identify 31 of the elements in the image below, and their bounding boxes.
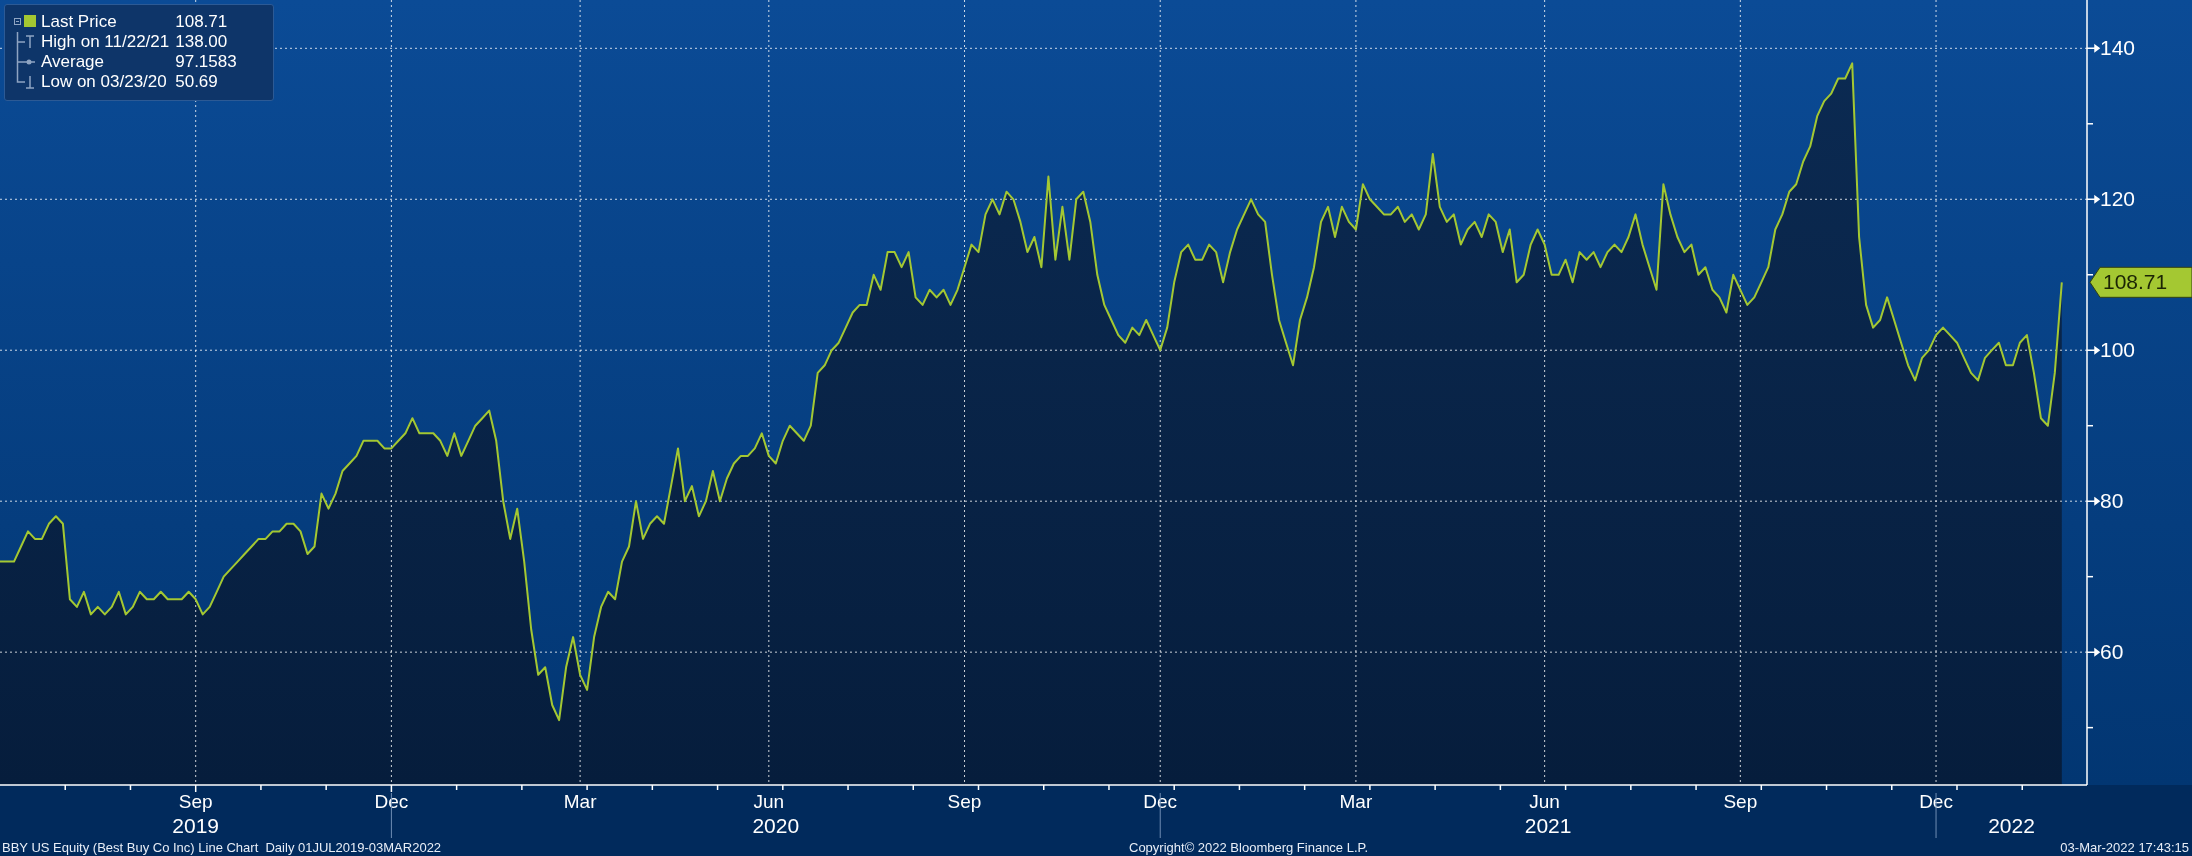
- axis-label: Sep: [947, 791, 982, 812]
- year-label: 2019: [172, 814, 220, 837]
- axis-label: 60: [2100, 640, 2124, 664]
- legend-value: 50.69: [174, 72, 219, 92]
- axis-label: 120: [2100, 187, 2136, 211]
- legend-value: 108.71: [174, 12, 229, 32]
- chart-description: BBY US Equity (Best Buy Co Inc) Line Chart Daily 01JUL2019-03MAR2022: [1, 839, 443, 855]
- year-label: 2021: [1524, 814, 1572, 837]
- year-label: 2022: [1988, 814, 2035, 837]
- axis-label: Dec: [1919, 791, 1953, 812]
- legend-label: Last Price: [41, 12, 118, 32]
- legend-label: Average: [41, 52, 105, 72]
- axis-label: 140: [2100, 36, 2136, 60]
- axis-label: Dec: [374, 791, 409, 812]
- axis-label: Jun: [1529, 791, 1560, 812]
- axis-label: 100: [2100, 338, 2136, 362]
- axis-label: Sep: [1723, 791, 1758, 812]
- legend-value: 97.1583: [174, 52, 238, 72]
- axis-label: 80: [2100, 489, 2124, 513]
- timestamp: 03-Mar-2022 17:43:15: [2060, 839, 2190, 855]
- legend-label: Low on 03/23/20: [41, 72, 168, 92]
- legend-label: High on 11/22/21: [41, 32, 170, 52]
- axis-label: Jun: [753, 791, 785, 812]
- copyright-text: Copyright© 2022 Bloomberg Finance L.P.: [1129, 839, 1370, 855]
- axis-label: Sep: [178, 791, 213, 812]
- axis-label: Mar: [563, 791, 597, 812]
- axis-label: Dec: [1143, 791, 1178, 812]
- axis-label: Mar: [1339, 791, 1373, 812]
- legend-value: 138.00: [174, 32, 229, 52]
- year-label: 2020: [752, 814, 800, 837]
- last-price-tag: 108.71: [2089, 266, 2192, 298]
